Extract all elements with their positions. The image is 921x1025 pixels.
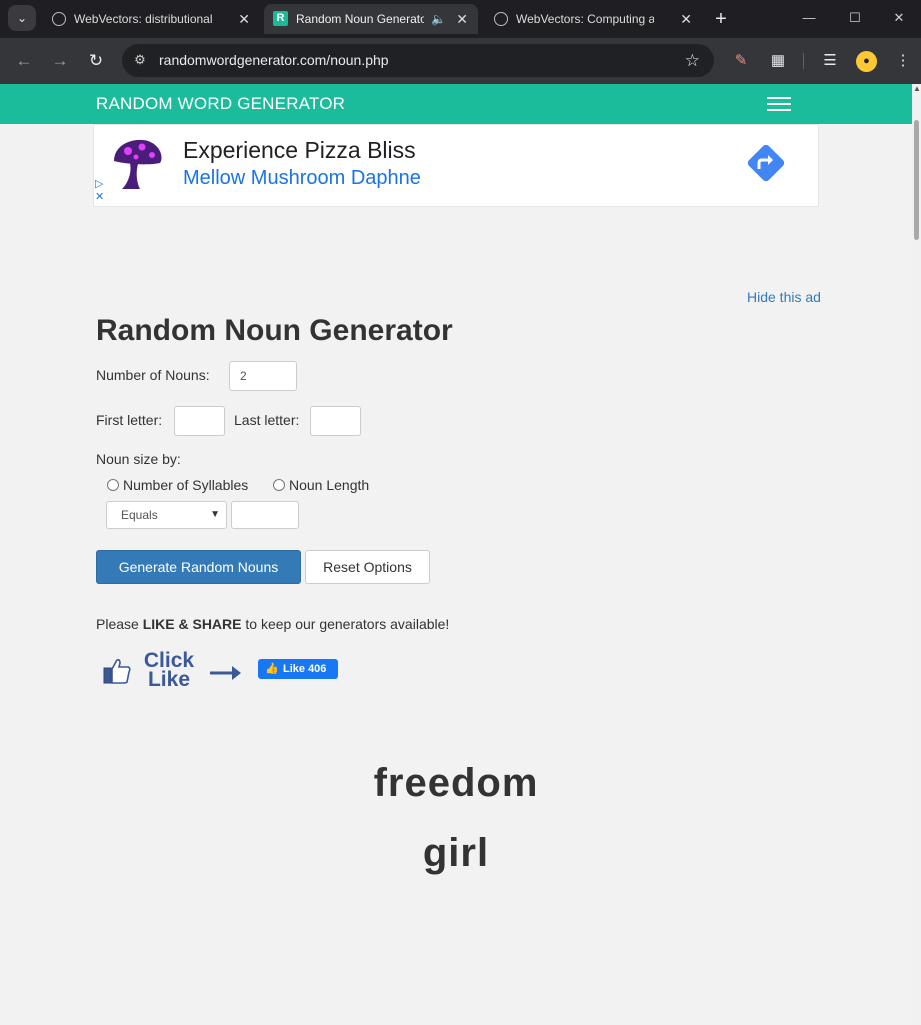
- hamburger-menu-icon[interactable]: [767, 97, 791, 111]
- more-menu-icon[interactable]: ⋮: [891, 49, 915, 73]
- thumbs-up-icon: [103, 659, 131, 684]
- tab-title: WebVectors: distributional se: [74, 12, 212, 26]
- first-letter-label: First letter:: [96, 412, 163, 428]
- generate-button[interactable]: Generate Random Nouns: [96, 550, 301, 584]
- comparator-value: Equals: [121, 508, 158, 522]
- site-favicon-icon: R: [273, 11, 288, 26]
- syllables-radio-label[interactable]: Number of Syllables: [123, 477, 248, 493]
- page-scrollbar[interactable]: ▲: [912, 84, 921, 1025]
- url-text[interactable]: randomwordgenerator.com/noun.php: [159, 44, 389, 77]
- scroll-thumb[interactable]: [914, 120, 919, 240]
- ad-headline[interactable]: Experience Pizza Bliss: [183, 137, 416, 164]
- media-queue-icon[interactable]: ☰: [818, 49, 842, 73]
- close-tab-icon[interactable]: ✕: [680, 4, 692, 34]
- bookmark-star-icon[interactable]: ☆: [685, 44, 700, 77]
- share-suffix: to keep our generators available!: [241, 616, 450, 632]
- reset-options-button[interactable]: Reset Options: [305, 550, 430, 584]
- ad-choices-icon[interactable]: ▷ ✕: [95, 178, 104, 204]
- minimize-icon[interactable]: —: [786, 0, 832, 36]
- new-tab-plus-icon[interactable]: +: [708, 4, 734, 34]
- pen-extension-icon[interactable]: ✎: [729, 49, 753, 73]
- extensions-puzzle-icon[interactable]: ▦: [766, 49, 790, 73]
- globe-icon: [494, 12, 508, 26]
- tab-title: WebVectors: Computing ass: [516, 12, 654, 26]
- size-value-input[interactable]: [231, 501, 299, 529]
- share-prefix: Please: [96, 616, 143, 632]
- browser-tab-strip: ⌄ WebVectors: distributional se ✕ R Rand…: [0, 0, 921, 38]
- maximize-icon[interactable]: ☐: [832, 0, 878, 36]
- length-radio[interactable]: [273, 479, 285, 491]
- globe-icon: [52, 12, 66, 26]
- scroll-up-icon[interactable]: ▲: [913, 84, 921, 93]
- profile-avatar-icon[interactable]: ●: [856, 51, 877, 72]
- tab-webvectors-distributional[interactable]: WebVectors: distributional se ✕: [42, 4, 260, 34]
- share-emphasis: LIKE & SHARE: [142, 616, 242, 632]
- speaker-icon[interactable]: 🔈: [431, 4, 446, 34]
- close-window-icon[interactable]: ✕: [876, 0, 921, 36]
- ad-banner[interactable]: Experience Pizza Bliss Mellow Mushroom D…: [93, 124, 819, 207]
- close-tab-icon[interactable]: ✕: [238, 4, 250, 34]
- noun-size-label: Noun size by:: [96, 451, 181, 467]
- site-settings-icon[interactable]: ⚙: [132, 52, 148, 68]
- share-message: Please LIKE & SHARE to keep our generato…: [96, 616, 449, 632]
- forward-arrow-icon[interactable]: →: [47, 48, 73, 74]
- last-letter-input[interactable]: [310, 406, 361, 436]
- reload-icon[interactable]: ↻: [83, 48, 109, 74]
- tab-title: Random Noun Generato: [296, 12, 424, 26]
- last-letter-label: Last letter:: [234, 412, 300, 428]
- arrow-right-icon: [210, 666, 241, 680]
- tab-search-button[interactable]: ⌄: [8, 5, 36, 31]
- chevron-down-icon: ▼: [210, 509, 220, 520]
- result-word: girl: [422, 831, 490, 875]
- result-word: freedom: [373, 761, 539, 805]
- fb-like-count: Like 406: [283, 663, 327, 675]
- browser-toolbar: ← → ↻ ⚙ randomwordgenerator.com/noun.php…: [0, 38, 921, 84]
- page-title: Random Noun Generator: [96, 314, 453, 347]
- site-navbar: RANDOM WORD GENERATOR: [0, 84, 912, 124]
- close-tab-icon[interactable]: ✕: [456, 4, 468, 34]
- ad-advertiser[interactable]: Mellow Mushroom Daphne: [183, 167, 421, 190]
- tab-webvectors-computing[interactable]: WebVectors: Computing ass ✕: [484, 4, 702, 34]
- click-like-text: Click Like: [140, 650, 198, 691]
- like-text: Like: [147, 668, 191, 691]
- site-brand-link[interactable]: RANDOM WORD GENERATOR: [96, 84, 345, 124]
- syllables-radio[interactable]: [107, 479, 119, 491]
- tab-random-noun-generator[interactable]: R Random Noun Generato 🔈 ✕: [264, 4, 478, 34]
- length-radio-label[interactable]: Noun Length: [289, 477, 369, 493]
- facebook-like-button[interactable]: 👍 Like 406: [258, 659, 338, 679]
- address-bar[interactable]: ⚙ randomwordgenerator.com/noun.php ☆: [122, 44, 714, 77]
- toolbar-divider: [803, 53, 804, 69]
- mushroom-logo-icon: [114, 139, 162, 189]
- size-comparator-select[interactable]: Equals ▼: [106, 501, 227, 529]
- fb-thumb-icon: 👍: [265, 663, 279, 675]
- noun-count-input[interactable]: 2: [229, 361, 297, 391]
- directions-arrow-icon[interactable]: [742, 139, 790, 187]
- hide-ad-link[interactable]: Hide this ad: [747, 289, 821, 305]
- first-letter-input[interactable]: [174, 406, 225, 436]
- noun-count-label: Number of Nouns:: [96, 367, 210, 383]
- back-arrow-icon[interactable]: ←: [11, 48, 37, 74]
